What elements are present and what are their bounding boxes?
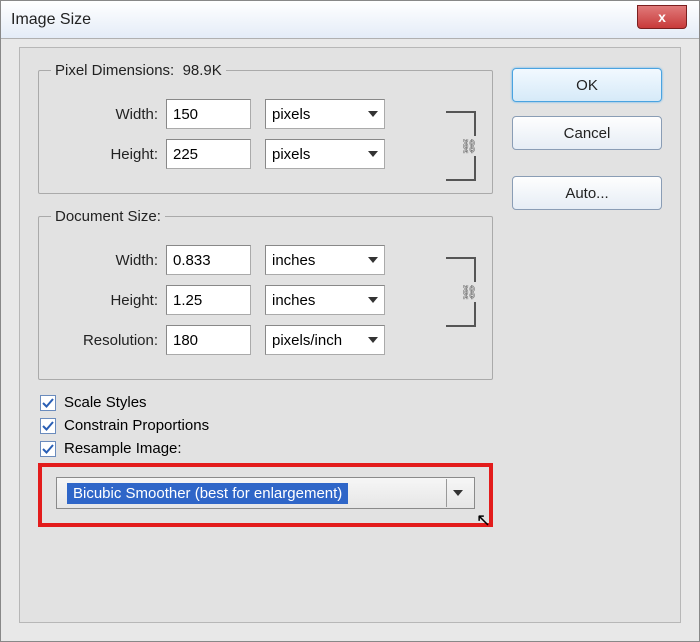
- pd-width-unit-select[interactable]: pixels: [265, 99, 385, 129]
- ds-height-row: Height: inches: [51, 285, 480, 315]
- main-column: Pixel Dimensions: 98.9K Width: pixels He…: [38, 62, 493, 527]
- ds-resolution-row: Resolution: pixels/inch: [51, 325, 480, 355]
- ds-width-unit-select[interactable]: inches: [265, 245, 385, 275]
- constrain-label: Constrain Proportions: [64, 417, 209, 434]
- document-size-group: Document Size: Width: inches Height: inc…: [38, 208, 493, 380]
- scale-styles-checkbox[interactable]: [40, 395, 56, 411]
- ds-height-unit-text: inches: [272, 292, 315, 309]
- cursor-icon: ↖: [476, 510, 491, 531]
- ds-resolution-unit-select[interactable]: pixels/inch: [265, 325, 385, 355]
- check-icon: [42, 397, 54, 409]
- check-icon: [42, 443, 54, 455]
- chevron-down-icon: [453, 490, 463, 496]
- ok-button-label: OK: [576, 77, 598, 94]
- ds-link-bracket: ⛓: [446, 257, 476, 327]
- pd-legend-prefix: Pixel Dimensions:: [55, 62, 174, 79]
- pixel-dimensions-legend: Pixel Dimensions: 98.9K: [51, 62, 226, 79]
- scale-styles-row: Scale Styles: [40, 394, 493, 411]
- pixel-dimensions-group: Pixel Dimensions: 98.9K Width: pixels He…: [38, 62, 493, 194]
- resample-checkbox[interactable]: [40, 441, 56, 457]
- check-icon: [42, 420, 54, 432]
- chevron-down-icon: [368, 151, 378, 157]
- dialog-window: Image Size x Pixel Dimensions: 98.9K Wid…: [0, 0, 700, 642]
- pd-size: 98.9K: [183, 62, 222, 79]
- ds-width-label: Width:: [51, 252, 166, 269]
- pd-width-unit-text: pixels: [272, 106, 310, 123]
- pd-width-input[interactable]: [166, 99, 251, 129]
- auto-button[interactable]: Auto...: [512, 176, 662, 210]
- resample-highlight-box: Bicubic Smoother (best for enlargement) …: [38, 463, 493, 527]
- ok-button[interactable]: OK: [512, 68, 662, 102]
- document-size-legend: Document Size:: [51, 208, 165, 225]
- ds-width-input[interactable]: [166, 245, 251, 275]
- auto-button-label: Auto...: [565, 185, 608, 202]
- resample-method-select[interactable]: Bicubic Smoother (best for enlargement): [56, 477, 475, 509]
- chevron-down-icon: [368, 337, 378, 343]
- ds-height-input[interactable]: [166, 285, 251, 315]
- pd-height-row: Height: pixels: [51, 139, 480, 169]
- close-button[interactable]: x: [637, 5, 687, 29]
- pd-height-input[interactable]: [166, 139, 251, 169]
- ds-res-unit-text: pixels/inch: [272, 332, 342, 349]
- ds-height-unit-select[interactable]: inches: [265, 285, 385, 315]
- constrain-checkbox[interactable]: [40, 418, 56, 434]
- chevron-down-icon: [368, 257, 378, 263]
- pd-height-unit-select[interactable]: pixels: [265, 139, 385, 169]
- resample-dropdown-button[interactable]: [446, 479, 468, 507]
- scale-styles-label: Scale Styles: [64, 394, 147, 411]
- ds-width-row: Width: inches: [51, 245, 480, 275]
- pd-height-unit-text: pixels: [272, 146, 310, 163]
- ds-resolution-label: Resolution:: [51, 332, 166, 349]
- constrain-row: Constrain Proportions: [40, 417, 493, 434]
- side-column: OK Cancel Auto...: [512, 62, 662, 224]
- ds-width-unit-text: inches: [272, 252, 315, 269]
- chain-link-icon: ⛓: [462, 136, 476, 156]
- ds-resolution-input[interactable]: [166, 325, 251, 355]
- resample-row: Resample Image:: [40, 440, 493, 457]
- pd-link-bracket: ⛓: [446, 111, 476, 181]
- chevron-down-icon: [368, 111, 378, 117]
- titlebar: Image Size x: [1, 1, 699, 39]
- close-icon: x: [658, 9, 666, 25]
- cancel-button-label: Cancel: [564, 125, 611, 142]
- pd-height-label: Height:: [51, 146, 166, 163]
- resample-label: Resample Image:: [64, 440, 182, 457]
- ds-height-label: Height:: [51, 292, 166, 309]
- cancel-button[interactable]: Cancel: [512, 116, 662, 150]
- resample-method-text: Bicubic Smoother (best for enlargement): [67, 483, 348, 504]
- window-title: Image Size: [11, 11, 91, 29]
- pd-width-label: Width:: [51, 106, 166, 123]
- chevron-down-icon: [368, 297, 378, 303]
- dialog-content: Pixel Dimensions: 98.9K Width: pixels He…: [19, 47, 681, 623]
- chain-link-icon: ⛓: [462, 282, 476, 302]
- pd-width-row: Width: pixels: [51, 99, 480, 129]
